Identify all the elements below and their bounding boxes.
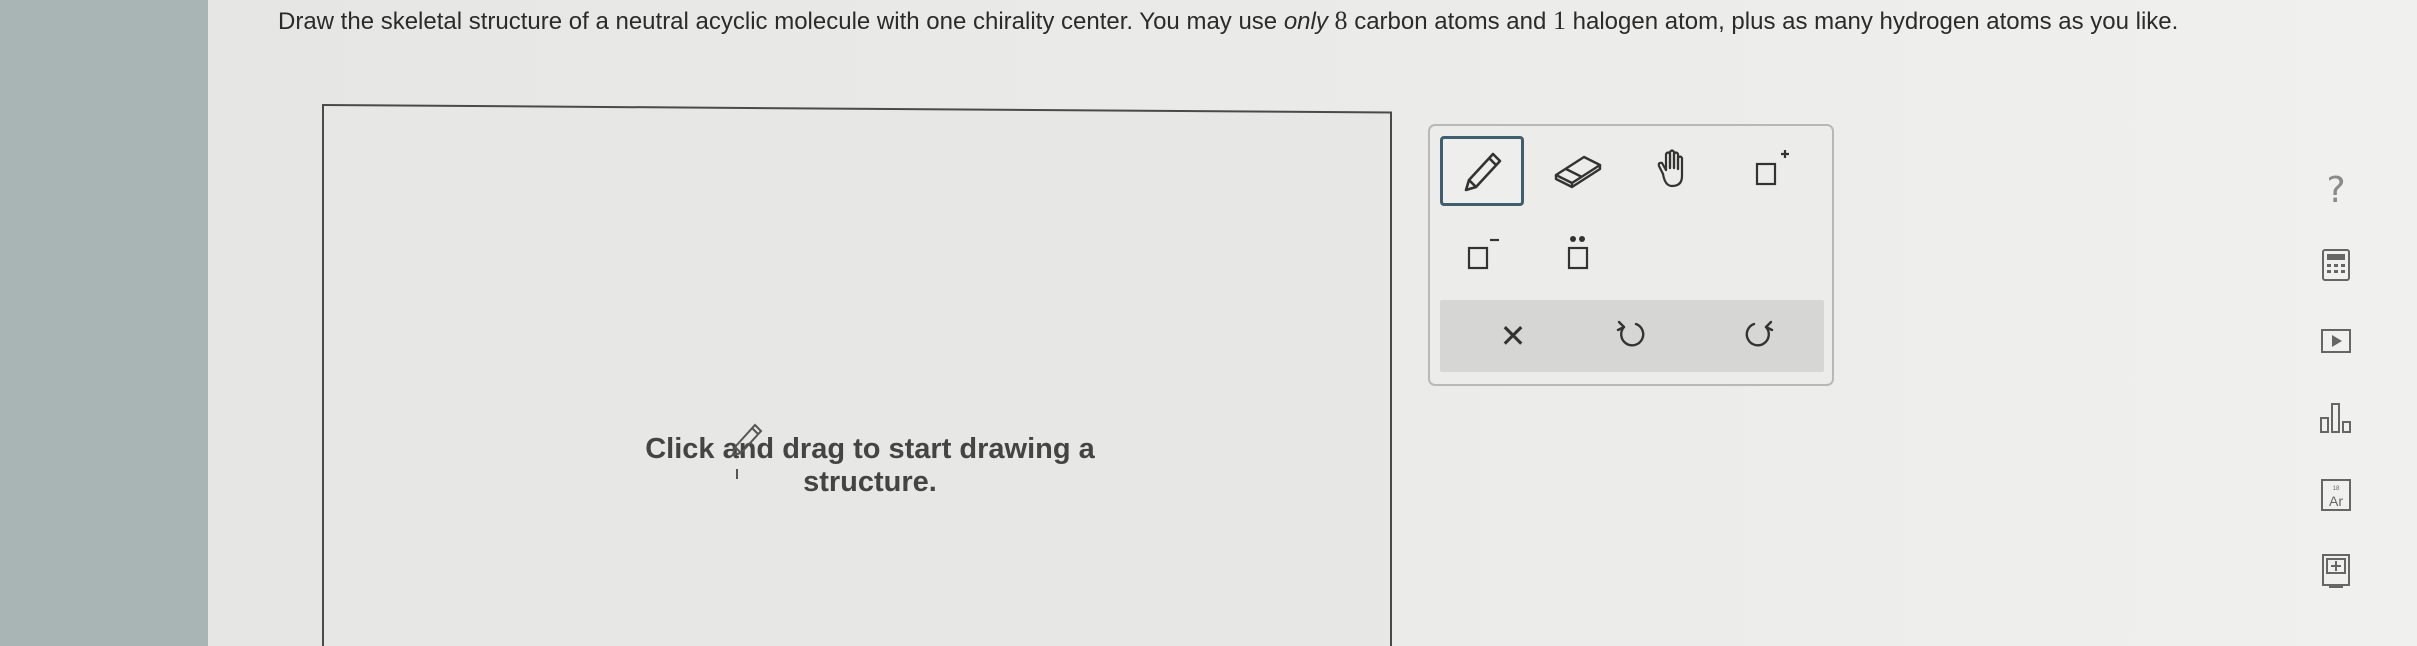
negative-charge-icon <box>1457 228 1507 283</box>
eraser-tool[interactable] <box>1536 136 1620 206</box>
textbook-button[interactable] <box>2316 553 2356 593</box>
left-margin <box>0 0 208 646</box>
periodic-table-icon: Ar 18 <box>2320 478 2352 517</box>
periodic-table-button[interactable]: Ar 18 <box>2316 477 2356 517</box>
clear-button[interactable]: ✕ <box>1468 300 1558 372</box>
textbook-icon <box>2321 553 2351 594</box>
clear-icon: ✕ <box>1499 317 1527 355</box>
redo-icon <box>1742 317 1776 356</box>
svg-text:Ar: Ar <box>2329 493 2343 509</box>
video-button[interactable] <box>2316 323 2356 363</box>
question-emphasis: only <box>1283 8 1328 35</box>
negative-charge-tool[interactable] <box>1440 220 1524 290</box>
drawing-canvas[interactable] <box>322 104 1392 646</box>
video-icon <box>2320 328 2352 359</box>
halogen-count: 1 <box>1552 6 1566 35</box>
canvas-hint: Click and drag to start drawing a struct… <box>600 433 1140 499</box>
lone-pair-tool[interactable] <box>1536 220 1620 290</box>
chart-icon <box>2318 400 2354 441</box>
question-part1: Draw the skeletal structure of a neutral… <box>278 8 1284 35</box>
action-bar: ✕ <box>1440 300 1824 372</box>
pencil-icon <box>1457 144 1507 199</box>
calculator-button[interactable] <box>2316 247 2356 287</box>
positive-charge-tool[interactable] <box>1728 136 1812 206</box>
chart-button[interactable] <box>2316 400 2356 440</box>
lone-pair-icon <box>1553 228 1603 283</box>
hand-tool[interactable] <box>1632 136 1716 206</box>
page: Draw the skeletal structure of a neutral… <box>0 0 2417 646</box>
carbon-count: 8 <box>1334 6 1348 35</box>
canvas-hint-line1: Click and drag to start drawing a <box>645 433 1095 465</box>
pencil-cursor-icon <box>727 413 767 488</box>
undo-icon <box>1614 317 1648 356</box>
calculator-icon <box>2321 248 2351 287</box>
drawing-toolbox: ✕ <box>1428 124 1834 386</box>
hand-icon <box>1649 144 1699 199</box>
pencil-tool[interactable] <box>1440 136 1524 206</box>
positive-charge-icon <box>1745 144 1795 199</box>
canvas-hint-line2: structure. <box>803 466 937 498</box>
help-icon: ? <box>2326 169 2346 211</box>
eraser-icon <box>1550 149 1606 194</box>
svg-text:18: 18 <box>2333 486 2340 492</box>
undo-button[interactable] <box>1586 300 1676 372</box>
question-text: Draw the skeletal structure of a neutral… <box>278 6 2179 35</box>
help-button[interactable]: ? <box>2316 169 2356 211</box>
redo-button[interactable] <box>1714 300 1804 372</box>
